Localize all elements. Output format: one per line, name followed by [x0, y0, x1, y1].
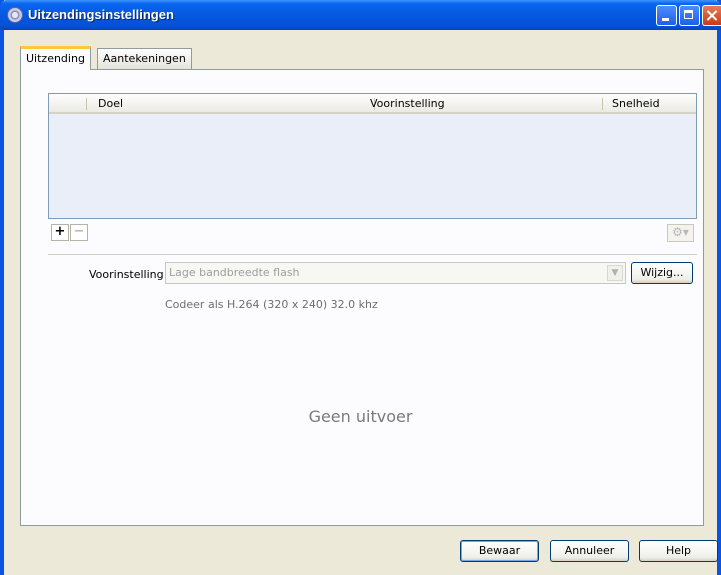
maximize-button[interactable]	[679, 5, 700, 26]
divider	[48, 254, 697, 255]
preset-label: Voorinstelling	[89, 268, 164, 281]
save-button[interactable]: Bewaar	[460, 540, 539, 562]
column-separator[interactable]	[86, 98, 87, 110]
encode-info: Codeer als H.264 (320 x 240) 32.0 khz	[165, 298, 378, 311]
window-title: Uitzendingsinstellingen	[28, 7, 174, 22]
cancel-button[interactable]: Annuleer	[550, 540, 629, 562]
help-button[interactable]: Help	[639, 540, 718, 562]
remove-button[interactable]: −	[70, 224, 88, 241]
edit-preset-button[interactable]: Wijzig...	[631, 262, 693, 284]
chevron-down-icon[interactable]: ▼	[607, 265, 623, 281]
tab-uitzending[interactable]: Uitzending	[20, 46, 91, 70]
column-header-snelheid[interactable]: Snelheid	[612, 97, 660, 110]
broadcast-table[interactable]: Doel Voorinstelling Snelheid	[48, 93, 697, 219]
no-output-message: Geen uitvoer	[308, 407, 413, 426]
table-header: Doel Voorinstelling Snelheid	[49, 94, 696, 114]
column-separator[interactable]	[602, 98, 603, 110]
close-button[interactable]	[702, 5, 721, 26]
minimize-button[interactable]	[656, 5, 677, 26]
preset-select[interactable]: Lage bandbreedte flash ▼	[165, 262, 626, 284]
column-header-doel[interactable]: Doel	[98, 97, 123, 110]
app-icon	[7, 7, 23, 23]
preset-value: Lage bandbreedte flash	[169, 266, 300, 279]
add-button[interactable]: +	[51, 224, 69, 241]
column-header-voorinstelling[interactable]: Voorinstelling	[370, 97, 445, 110]
title-bar[interactable]: Uitzendingsinstellingen	[0, 0, 721, 30]
gear-icon[interactable]: ⚙▾	[667, 224, 694, 242]
tab-aantekeningen[interactable]: Aantekeningen	[97, 48, 192, 69]
